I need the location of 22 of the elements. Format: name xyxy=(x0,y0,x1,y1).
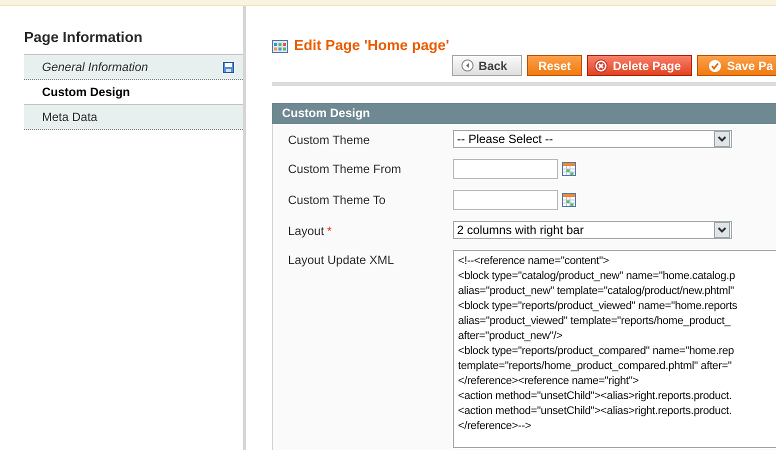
field-label: Custom Theme To xyxy=(288,193,386,207)
dropdown[interactable]: 2 columns with right bar xyxy=(453,221,732,239)
back-button[interactable]: Back xyxy=(452,55,522,76)
delete-icon xyxy=(594,58,608,72)
page-title: Edit Page 'Home page' xyxy=(294,38,450,54)
dropdown[interactable]: -- Please Select -- xyxy=(453,130,732,148)
sidebar-tab[interactable]: General Information xyxy=(24,55,243,80)
layout-xml-field[interactable]: <!--<reference name="content"> <block type="catalog/product_new" name="home.catalog.p alias="product_new" template="catalog/product/new.phtml" <block type="reports/product_viewed" name="home.reports alias="product_viewed" template="reports/home_product_ after="product_new"/> <block type="reports/product_compared" name="home.rep template="reports/home_product_compared.phtml" after=" </reference><reference name="right"> <action method="unsetChild"><alias>right.reports.product. <action method="unsetChild"><alias>right.reports.product. </reference>--> xyxy=(453,250,776,448)
grid-icon xyxy=(272,40,288,52)
sidebar-tab[interactable]: Meta Data xyxy=(24,105,243,130)
required-mark: * xyxy=(327,224,332,238)
calendar-icon[interactable] xyxy=(562,193,576,207)
date-field[interactable] xyxy=(453,190,558,210)
section-header: Custom Design xyxy=(272,103,776,124)
date-field[interactable] xyxy=(453,159,558,179)
checkmark-icon xyxy=(708,58,722,72)
field-label: Layout xyxy=(288,224,324,238)
save-icon xyxy=(223,62,234,72)
field-label: Custom Theme xyxy=(288,133,370,147)
field-label: Layout Update XML xyxy=(288,253,394,267)
field-label: Custom Theme From xyxy=(288,162,402,176)
calendar-icon[interactable] xyxy=(562,162,576,176)
